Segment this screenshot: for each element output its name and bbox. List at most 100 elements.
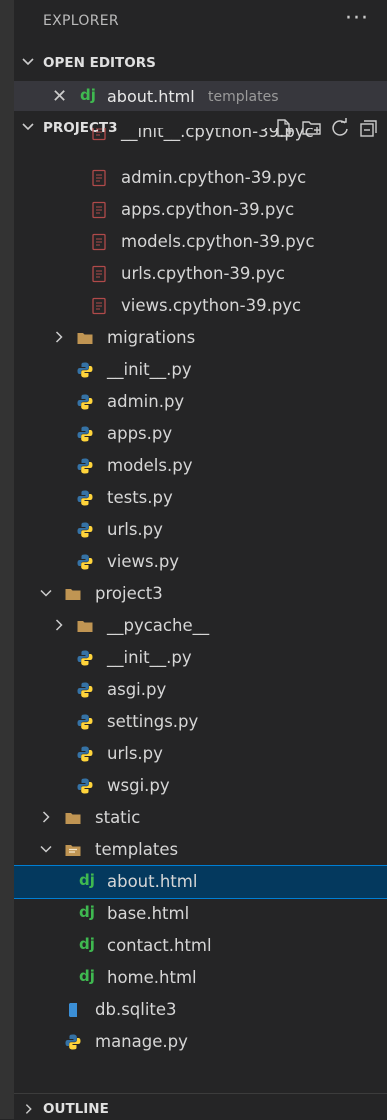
- tree-item-label: admin.py: [107, 392, 185, 411]
- tree-file-row[interactable]: dj base.html: [14, 898, 387, 930]
- tree-file-row[interactable]: manage.py: [14, 1026, 387, 1058]
- tree-item-label: migrations: [107, 328, 196, 347]
- open-editors-label: OPEN EDITORS: [43, 55, 156, 71]
- pyc-file-icon: [92, 297, 106, 315]
- tree-item-label: settings.py: [107, 712, 199, 731]
- tree-file-row[interactable]: urls.py: [14, 514, 387, 546]
- tree-file-row[interactable]: admin.py: [14, 386, 387, 418]
- tree-folder-row[interactable]: __pycache__: [14, 610, 387, 642]
- python-icon: [65, 1034, 81, 1050]
- django-icon: dj: [79, 967, 95, 985]
- chevron-down-icon[interactable]: [39, 842, 53, 856]
- tree-item-label: base.html: [107, 904, 190, 923]
- python-icon: [77, 362, 93, 378]
- tree-item-label: urls.cpython-39.pyc: [121, 264, 285, 283]
- tree-file-row[interactable]: models.cpython-39.pyc: [14, 226, 387, 258]
- open-editor-filename: about.html: [107, 87, 195, 106]
- chevron-down-icon[interactable]: [39, 586, 53, 600]
- tree-file-row[interactable]: apps.py: [14, 418, 387, 450]
- new-folder-icon[interactable]: [301, 117, 323, 139]
- tree-file-row[interactable]: settings.py: [14, 706, 387, 738]
- python-icon: [77, 426, 93, 442]
- tree-item-label: tests.py: [107, 488, 173, 507]
- tree-file-row[interactable]: db.sqlite3: [14, 994, 387, 1026]
- tree-item-label: manage.py: [95, 1032, 188, 1051]
- tree-item-label: models.cpython-39.pyc: [121, 232, 315, 251]
- folder-open-icon: [65, 589, 81, 600]
- close-icon[interactable]: ✕: [52, 86, 67, 107]
- chevron-right-icon[interactable]: [39, 810, 53, 824]
- python-icon: [77, 394, 93, 410]
- open-editors-header[interactable]: OPEN EDITORS: [14, 48, 387, 78]
- refresh-icon[interactable]: [329, 117, 351, 139]
- chevron-down-icon: [22, 58, 34, 66]
- explorer-toolbar: [273, 117, 379, 139]
- tree-item-label: asgi.py: [107, 680, 167, 699]
- chevron-right-icon[interactable]: [52, 330, 66, 344]
- collapse-all-icon[interactable]: [357, 117, 379, 139]
- templates-folder-icon: [65, 845, 81, 856]
- tree-file-row[interactable]: dj home.html: [14, 962, 387, 994]
- tree-file-row[interactable]: tests.py: [14, 482, 387, 514]
- tree-file-row[interactable]: urls.cpython-39.pyc: [14, 258, 387, 290]
- tree-file-row[interactable]: views.py: [14, 546, 387, 578]
- tree-item-label: static: [95, 808, 141, 827]
- open-editor-folder: templates: [208, 89, 279, 105]
- pyc-file-icon: [92, 169, 106, 187]
- tree-file-row[interactable]: urls.py: [14, 738, 387, 770]
- django-icon: dj: [79, 935, 95, 953]
- explorer-panel: EXPLORER ··· OPEN EDITORS ✕ dj about.htm…: [14, 0, 387, 1119]
- tree-file-row[interactable]: __init__.py: [14, 642, 387, 674]
- tree-file-row[interactable]: apps.cpython-39.pyc: [14, 194, 387, 226]
- tree-file-row[interactable]: models.py: [14, 450, 387, 482]
- tree-folder-row[interactable]: project3: [14, 578, 387, 610]
- more-actions-icon[interactable]: ···: [345, 6, 369, 31]
- tree-item-label: __pycache__: [107, 616, 210, 635]
- tree-file-row[interactable]: views.cpython-39.pyc: [14, 290, 387, 322]
- tree-folder-row[interactable]: migrations: [14, 322, 387, 354]
- new-file-icon[interactable]: [273, 117, 295, 139]
- outline-header[interactable]: OUTLINE: [14, 1093, 387, 1120]
- tree-item-label: db.sqlite3: [95, 1000, 177, 1019]
- python-icon: [77, 554, 93, 570]
- python-icon: [77, 458, 93, 474]
- file-tree: __init__.cpython-39.pyc admin.cpython-39.…: [14, 128, 387, 1070]
- tree-item-label: urls.py: [107, 744, 163, 763]
- django-icon: dj: [80, 86, 96, 104]
- tree-file-row[interactable]: dj contact.html: [14, 930, 387, 962]
- tree-item-label: admin.cpython-39.pyc: [121, 168, 307, 187]
- python-icon: [77, 746, 93, 762]
- python-icon: [77, 682, 93, 698]
- tree-file-row[interactable]: admin.cpython-39.pyc: [14, 162, 387, 194]
- activity-bar-edge: [0, 0, 14, 1119]
- tree-item-label: apps.cpython-39.pyc: [121, 200, 295, 219]
- tree-folder-row[interactable]: static: [14, 802, 387, 834]
- tree-item-label: about.html: [107, 872, 198, 891]
- folder-icon: [77, 333, 93, 344]
- tree-file-row[interactable]: asgi.py: [14, 674, 387, 706]
- tree-item-label: __init__.py: [107, 360, 192, 379]
- tree-item-label: templates: [95, 840, 179, 859]
- open-editor-item[interactable]: ✕ dj about.html templates: [14, 81, 387, 111]
- pyc-file-icon: [92, 128, 106, 141]
- outline-label: OUTLINE: [43, 1101, 109, 1117]
- tree-item-label: urls.py: [107, 520, 163, 539]
- tree-item-label: __init__.py: [107, 648, 192, 667]
- tree-file-row[interactable]: __init__.py: [14, 354, 387, 386]
- folder-icon: [65, 813, 81, 824]
- chevron-right-icon[interactable]: [52, 618, 66, 632]
- tree-item-label: home.html: [107, 968, 197, 987]
- chevron-right-icon: [25, 1104, 32, 1114]
- django-icon: dj: [79, 903, 95, 921]
- tree-item-label: models.py: [107, 456, 193, 475]
- tree-item-label: wsgi.py: [107, 776, 170, 795]
- tree-folder-row[interactable]: templates: [14, 834, 387, 866]
- python-icon: [77, 522, 93, 538]
- python-icon: [77, 714, 93, 730]
- tree-item-label: views.py: [107, 552, 180, 571]
- tree-item-label: views.cpython-39.pyc: [121, 296, 302, 315]
- django-icon: dj: [79, 871, 95, 889]
- tree-file-row[interactable]: dj about.html: [14, 865, 387, 899]
- tree-file-row[interactable]: wsgi.py: [14, 770, 387, 802]
- explorer-header: EXPLORER ···: [14, 0, 387, 44]
